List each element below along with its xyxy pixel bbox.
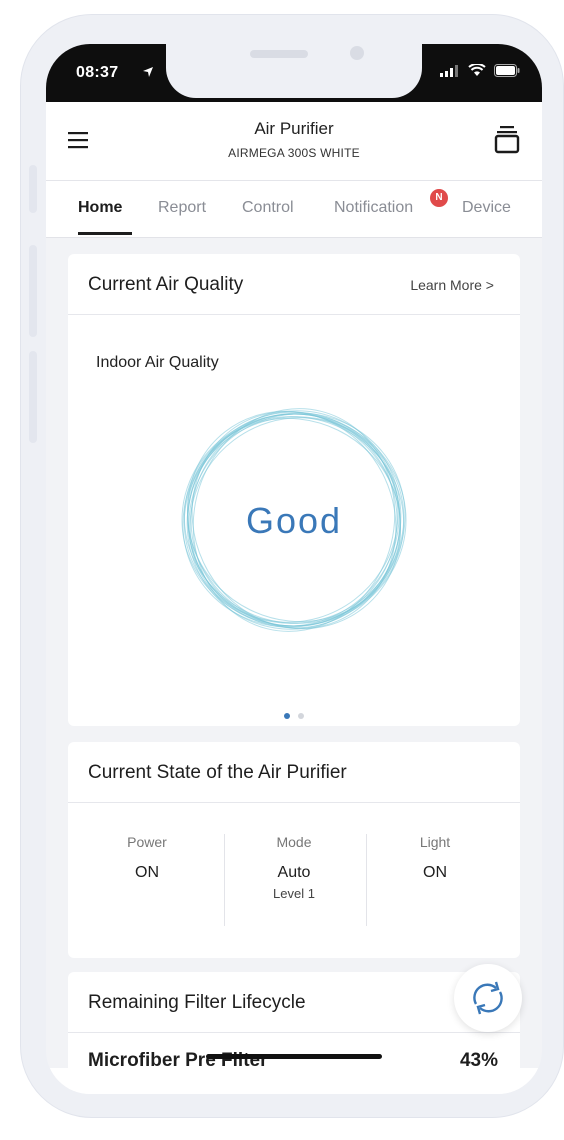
volume-up-button	[29, 245, 37, 337]
air-quality-status: Good	[245, 500, 343, 541]
phone-screen: 08:37 Air Purifier AIRMEGA 300S WHITE Ho…	[46, 44, 542, 1094]
filter-lifecycle-header: Remaining Filter Lifecycle	[68, 972, 520, 1033]
device-model: AIRMEGA 300S WHITE	[228, 146, 360, 160]
location-arrow-icon	[143, 67, 153, 77]
power-value: ON	[135, 864, 159, 881]
signal-icon	[440, 64, 458, 77]
page-dot-active[interactable]	[284, 713, 290, 719]
state-light: Light ON	[360, 834, 510, 882]
page-indicator	[68, 706, 520, 724]
active-tab-indicator	[78, 232, 132, 235]
air-quality-header: Current Air Quality Learn More >	[68, 254, 520, 315]
app-title-block: Air Purifier AIRMEGA 300S WHITE	[146, 118, 442, 160]
tab-bar: Home Report Control Notification N Devic…	[46, 181, 542, 238]
status-bar: 08:37	[46, 44, 542, 102]
refresh-button[interactable]	[454, 964, 522, 1032]
indoor-air-quality-label: Indoor Air Quality	[96, 354, 219, 371]
wifi-icon	[468, 64, 486, 76]
status-time: 08:37	[76, 64, 119, 81]
notch	[166, 44, 422, 98]
mode-label: Mode	[276, 834, 312, 850]
page-dot[interactable]	[298, 713, 304, 719]
app-title: Air Purifier	[254, 119, 334, 138]
speaker-grille	[250, 50, 308, 58]
home-indicator[interactable]	[206, 1054, 382, 1059]
purifier-state-title: Current State of the Air Purifier	[88, 762, 347, 783]
volume-down-button	[29, 351, 37, 443]
battery-icon	[494, 64, 520, 77]
hamburger-menu-icon[interactable]	[66, 128, 90, 152]
power-label: Power	[127, 834, 167, 850]
tab-device[interactable]: Device	[462, 199, 511, 217]
learn-more-link[interactable]: Learn More >	[410, 277, 494, 293]
state-power: Power ON	[72, 834, 222, 882]
device-switch-icon[interactable]	[494, 124, 520, 154]
refresh-icon	[473, 981, 503, 1015]
purifier-state-header: Current State of the Air Purifier	[68, 742, 520, 803]
tab-home[interactable]: Home	[78, 199, 122, 217]
mode-level: Level 1	[273, 886, 315, 901]
mute-switch	[29, 165, 37, 213]
status-icons	[440, 64, 520, 77]
app-bar: Air Purifier AIRMEGA 300S WHITE	[46, 102, 542, 181]
light-value: ON	[423, 864, 447, 881]
purifier-state-card: Current State of the Air Purifier Power …	[68, 742, 520, 958]
mode-value: Auto	[277, 864, 311, 881]
state-mode: Mode Auto Level 1	[219, 834, 369, 901]
bottom-safe-area	[46, 1068, 542, 1094]
air-quality-card: Current Air Quality Learn More > Indoor …	[68, 254, 520, 726]
tab-notification[interactable]: Notification	[334, 199, 413, 217]
tab-report[interactable]: Report	[158, 199, 206, 217]
filter-lifecycle-title: Remaining Filter Lifecycle	[88, 992, 306, 1013]
tab-control[interactable]: Control	[242, 199, 294, 217]
notification-badge: N	[430, 189, 448, 207]
light-label: Light	[419, 834, 451, 850]
front-camera	[350, 46, 364, 60]
air-quality-title: Current Air Quality	[88, 274, 244, 295]
